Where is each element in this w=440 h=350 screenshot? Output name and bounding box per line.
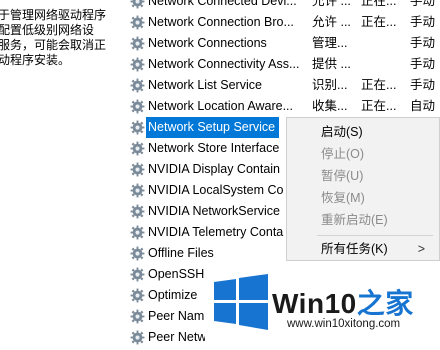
service-gear-icon xyxy=(130,36,145,51)
service-gear-icon xyxy=(130,330,145,345)
service-row[interactable]: Network Connectivity Ass... 提供 ... 手动 xyxy=(128,54,440,75)
service-gear-icon xyxy=(130,246,145,261)
service-startup-type: 手动 xyxy=(410,57,436,71)
service-row[interactable]: Network Connection Bro... 允许 ... 正在... 手动 xyxy=(128,12,440,33)
service-name: Network Setup Service xyxy=(146,117,280,138)
menu-item-all-tasks[interactable]: 所有任务(K) xyxy=(321,239,388,259)
service-name: Network Connected Devi... xyxy=(148,0,297,8)
service-description: 收集... xyxy=(312,99,348,113)
service-gear-icon xyxy=(130,120,145,135)
service-name: Network Location Aware... xyxy=(148,99,293,113)
service-startup-type: 手动 xyxy=(410,15,436,29)
description-line: 配置低级别网络设 xyxy=(0,23,95,37)
service-startup-type: 手动 xyxy=(410,36,436,50)
service-description: 允许 ... xyxy=(312,15,351,29)
service-row[interactable]: Network Connected Devi... 允许 ... 正在... 手动 xyxy=(128,0,440,12)
watermark-brand: Win10之家 xyxy=(272,282,414,322)
service-startup-type: 自动 xyxy=(410,99,436,113)
menu-item-start[interactable]: 启动(S) xyxy=(321,122,363,142)
service-gear-icon xyxy=(130,57,145,72)
service-name: Network Connections xyxy=(148,36,267,50)
service-name: Network Store Interface xyxy=(148,141,280,155)
description-line: 服务，可能会取消正 xyxy=(0,38,107,52)
description-line: 于管理网络驱动程序 xyxy=(0,8,107,22)
service-description: 提供 ... xyxy=(312,57,351,71)
service-name: NVIDIA LocalSystem Co xyxy=(148,183,284,197)
service-startup-type: 手动 xyxy=(410,78,436,92)
menu-item-resume: 恢复(M) xyxy=(321,191,365,205)
service-row[interactable]: Network Connections 管理... 手动 xyxy=(128,33,440,54)
description-line: 动程序安装。 xyxy=(0,53,71,67)
service-status: 正在... xyxy=(361,99,397,113)
menu-item-stop: 停止(O) xyxy=(321,147,365,161)
windows-logo-icon xyxy=(214,274,268,330)
service-name: Network List Service xyxy=(148,78,262,92)
watermark-brand-win10: Win10 xyxy=(272,288,357,319)
watermark-brand-zhijia: 之家 xyxy=(356,288,414,319)
menu-separator xyxy=(317,235,433,236)
service-gear-icon xyxy=(130,267,145,282)
service-gear-icon xyxy=(130,225,145,240)
watermark-url: www.win10xitong.com xyxy=(287,318,401,330)
service-name: Network Connection Bro... xyxy=(148,15,294,29)
service-description-panel: 于管理网络驱动程序 配置低级别网络设 服务，可能会取消正 动程序安装。 xyxy=(0,0,124,350)
service-gear-icon xyxy=(130,309,145,324)
service-description: 管理... xyxy=(312,36,348,50)
service-gear-icon xyxy=(130,288,145,303)
service-name: NVIDIA Telemetry Conta xyxy=(148,225,284,239)
service-row[interactable]: Network List Service 识别... 正在... 手动 xyxy=(128,75,440,96)
context-menu: 启动(S) 停止(O) 暂停(U) 恢复(M) 重新启动(E) 所有任务(K) … xyxy=(286,117,440,261)
service-name: Network Connectivity Ass... xyxy=(148,57,300,71)
service-gear-icon xyxy=(130,141,145,156)
service-gear-icon xyxy=(130,15,145,30)
service-gear-icon xyxy=(130,78,145,93)
service-status: 正在... xyxy=(361,78,397,92)
service-status: 正在... xyxy=(361,0,397,8)
submenu-arrow-icon: > xyxy=(417,242,425,256)
service-gear-icon xyxy=(130,183,145,198)
service-gear-icon xyxy=(130,204,145,219)
service-description: 允许 ... xyxy=(312,0,351,8)
service-status: 正在... xyxy=(361,15,397,29)
service-name: Offline Files xyxy=(148,246,214,260)
service-description: 识别... xyxy=(312,78,348,92)
service-startup-type: 手动 xyxy=(410,0,436,8)
service-name: NVIDIA Display Contain xyxy=(148,162,281,176)
menu-item-restart: 重新启动(E) xyxy=(321,213,388,227)
service-gear-icon xyxy=(130,99,145,114)
service-name: NVIDIA NetworkService xyxy=(148,204,280,218)
menu-item-pause: 暂停(U) xyxy=(321,169,364,183)
service-row[interactable]: Network Location Aware... 收集... 正在... 自动 xyxy=(128,96,440,117)
service-gear-icon xyxy=(130,162,145,177)
service-gear-icon xyxy=(130,0,145,9)
